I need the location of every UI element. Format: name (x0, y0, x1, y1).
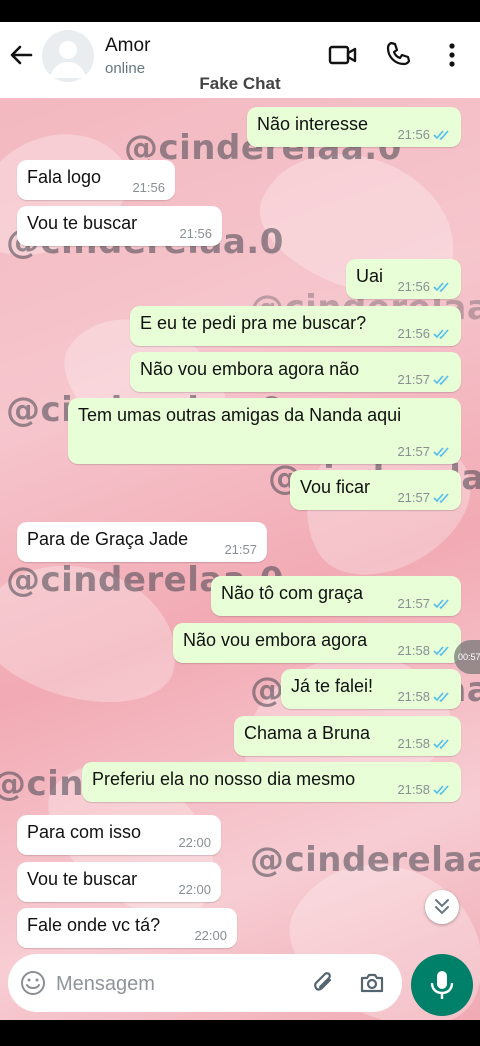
recording-timer: 00:57 (454, 640, 480, 674)
message-text: Preferiu ela no nosso dia mesmo (92, 769, 356, 789)
message-text: Vou te buscar (27, 869, 138, 889)
message-bubble[interactable]: Para com isso 22:00 (17, 815, 221, 855)
message-text: Fale onde vc tá? (27, 915, 161, 935)
watermark: @cinderelaa.0 (250, 840, 480, 880)
read-ticks-icon (433, 645, 449, 656)
overlay-title: Fake Chat (199, 74, 281, 93)
message-text: Não vou embora agora não (140, 359, 360, 379)
message-time: 21:58 (397, 782, 430, 797)
arrow-left-icon (10, 45, 33, 65)
more-options-button[interactable] (442, 40, 462, 70)
message-time: 21:56 (397, 127, 430, 142)
read-ticks-icon (433, 691, 449, 702)
message-text: Fala logo (27, 167, 102, 187)
message-text: Para com isso (27, 822, 142, 842)
read-ticks-icon (433, 328, 449, 339)
camera-button[interactable] (358, 969, 386, 997)
message-bubble[interactable]: Já te falei! 21:58 (281, 669, 461, 709)
read-ticks-icon (433, 738, 449, 749)
message-text: Vou te buscar (27, 213, 138, 233)
message-bubble[interactable]: Para de Graça Jade 21:57 (17, 522, 267, 562)
message-time: 22:00 (194, 928, 227, 943)
read-ticks-icon (433, 598, 449, 609)
message-bubble[interactable]: Fale onde vc tá? 22:00 (17, 908, 237, 948)
navigation-bar (0, 1020, 480, 1046)
message-text: Não vou embora agora (183, 630, 368, 650)
chat-header: Amor online Fake Chat (0, 22, 480, 98)
message-composer (8, 954, 402, 1012)
message-text: Uai (356, 266, 384, 286)
message-bubble[interactable]: Não vou embora agora 21:58 (173, 623, 461, 663)
message-bubble[interactable]: Vou te buscar 21:56 (17, 206, 222, 246)
read-ticks-icon (433, 129, 449, 140)
read-ticks-icon (433, 492, 449, 503)
message-bubble[interactable]: Vou te buscar 22:00 (17, 862, 221, 902)
video-call-button[interactable] (328, 42, 358, 68)
message-input[interactable] (54, 968, 298, 1000)
video-camera-icon (328, 45, 357, 65)
chevron-double-down-icon (435, 899, 449, 915)
message-time: 21:57 (224, 542, 257, 557)
paperclip-icon (314, 972, 332, 991)
phone-icon (386, 41, 411, 66)
emoji-button[interactable] (20, 970, 46, 996)
message-time: 21:56 (132, 180, 165, 195)
message-time: 21:57 (397, 444, 430, 459)
message-time: 22:00 (178, 835, 211, 850)
message-text: Não interesse (257, 114, 369, 134)
message-text: Chama a Bruna (244, 723, 371, 743)
voice-message-button[interactable] (411, 954, 473, 1016)
message-bubble[interactable]: Não interesse 21:56 (247, 107, 461, 147)
message-time: 21:57 (397, 372, 430, 387)
message-bubble[interactable]: Uai 21:56 (346, 259, 461, 299)
more-vertical-icon (449, 43, 455, 67)
message-time: 22:00 (178, 882, 211, 897)
read-ticks-icon (433, 374, 449, 385)
message-text: Vou ficar (300, 477, 371, 497)
message-time: 21:57 (397, 596, 430, 611)
message-bubble[interactable]: E eu te pedi pra me buscar? 21:56 (130, 306, 461, 346)
message-text: Não tô com graça (221, 583, 364, 603)
message-text: E eu te pedi pra me buscar? (140, 313, 367, 333)
message-time: 21:58 (397, 736, 430, 751)
emoji-icon (21, 971, 45, 995)
camera-icon (360, 973, 384, 993)
read-ticks-icon (433, 446, 449, 457)
message-bubble[interactable]: Não vou embora agora não 21:57 (130, 352, 461, 392)
message-bubble[interactable]: Vou ficar 21:57 (290, 470, 461, 510)
message-bubble[interactable]: Fala logo 21:56 (17, 160, 175, 200)
contact-name[interactable]: Amor (105, 35, 150, 57)
voice-call-button[interactable] (384, 40, 412, 68)
message-time: 21:58 (397, 689, 430, 704)
read-ticks-icon (433, 784, 449, 795)
message-time: 21:56 (179, 226, 212, 241)
message-time: 21:56 (397, 326, 430, 341)
microphone-icon (430, 971, 454, 999)
message-bubble[interactable]: Não tô com graça 21:57 (211, 576, 461, 616)
message-bubble[interactable]: Tem umas outras amigas da Nanda aqui 21:… (68, 398, 461, 464)
status-bar (0, 0, 480, 22)
read-ticks-icon (433, 281, 449, 292)
message-bubble[interactable]: Preferiu ela no nosso dia mesmo 21:58 (82, 762, 461, 802)
back-button[interactable] (6, 40, 36, 70)
attach-button[interactable] (310, 969, 338, 997)
message-time: 21:58 (397, 643, 430, 658)
message-text: Tem umas outras amigas da Nanda aqui (78, 405, 402, 425)
message-time: 21:56 (397, 279, 430, 294)
message-text: Para de Graça Jade (27, 529, 189, 549)
message-text: Já te falei! (291, 676, 374, 696)
message-bubble[interactable]: Chama a Bruna 21:58 (234, 716, 461, 756)
message-time: 21:57 (397, 490, 430, 505)
scroll-to-bottom-button[interactable] (425, 890, 459, 924)
